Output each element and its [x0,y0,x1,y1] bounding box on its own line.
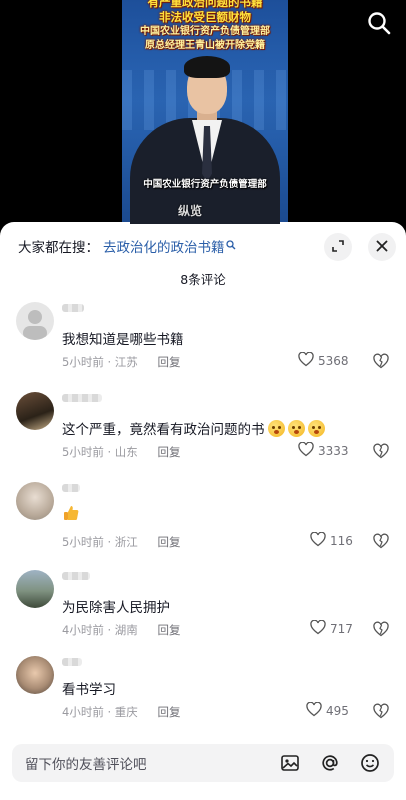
like-button[interactable]: 717 [310,619,353,638]
anchor-caption: 中国农业银行资产负债管理部 [143,179,267,190]
heart-outline-icon [310,619,330,638]
image-icon[interactable] [279,752,301,774]
reply-button[interactable]: 回复 [157,535,180,549]
video-player[interactable]: 有严重政治问题的书籍 非法收受巨额财物 中国农业银行资产负债管理部 原总经理王青… [0,0,406,224]
like-button[interactable]: 495 [306,701,349,720]
broken-heart-icon[interactable] [372,532,390,550]
thumbs-up-emoji-icon [62,506,80,526]
headline-line-3: 中国农业银行资产负债管理部 [140,26,270,37]
avatar[interactable] [16,302,54,340]
heart-outline-icon [310,531,330,550]
comment-text: 我想知道是哪些书籍 [62,332,184,348]
username[interactable] [62,304,84,312]
like-count: 495 [326,704,349,718]
video-watermark: 纵览 [178,204,203,218]
comment-sheet: 大家都在搜： 去政治化的政治书籍 8条评论 我想知道是哪些书籍 5小时前 · 江… [0,222,406,800]
comment-location: 山东 [114,445,138,459]
heart-outline-icon [298,441,318,460]
like-button[interactable]: 3333 [298,441,349,460]
comment-location: 湖南 [114,623,138,637]
comment-meta: 4小时前 · 湖南 回复 [62,623,181,637]
comment-text [62,504,80,526]
broken-heart-icon[interactable] [372,442,390,460]
comment-time: 5小时前 [62,355,104,369]
comment-input[interactable]: 留下你的友善评论吧 [25,753,279,773]
close-button[interactable] [368,233,396,261]
comment-input-bar[interactable]: 留下你的友善评论吧 [12,744,394,782]
headline-line-1: 有严重政治问题的书籍 [147,0,263,9]
comment-meta: 4小时前 · 重庆 回复 [62,705,181,719]
broken-heart-icon[interactable] [372,702,390,720]
username[interactable] [62,394,102,402]
search-icon[interactable] [366,10,392,36]
video-headline: 有严重政治问题的书籍 非法收受巨额财物 中国农业银行资产负债管理部 原总经理王青… [122,0,288,53]
heart-outline-icon [298,351,318,370]
like-count: 5368 [318,354,349,368]
comment-location: 重庆 [114,705,138,719]
emoji-icon [267,420,285,437]
comment-text: 为民除害人民拥护 [62,600,170,616]
broken-heart-icon[interactable] [372,352,390,370]
reply-button[interactable]: 回复 [157,445,180,459]
comment-count: 8条评论 [180,272,226,287]
like-count: 116 [330,534,353,548]
like-button[interactable]: 5368 [298,351,349,370]
headline-line-2: 非法收受巨额财物 [159,10,251,24]
comment-time: 5小时前 [62,445,104,459]
broken-heart-icon[interactable] [372,620,390,638]
comment-meta: 5小时前 · 浙江 回复 [62,535,181,549]
reply-button[interactable]: 回复 [157,623,180,637]
suggested-search-query[interactable]: 去政治化的政治书籍 [103,236,225,256]
suggested-search[interactable]: 大家都在搜： 去政治化的政治书籍 [18,236,236,256]
close-icon [375,238,389,257]
search-icon [225,238,236,250]
suggested-search-prefix: 大家都在搜： [18,240,99,256]
comment-location: 江苏 [114,355,138,369]
comment-location: 浙江 [114,535,138,549]
comment-time: 4小时前 [62,705,104,719]
emoji-icon[interactable] [359,752,381,774]
username[interactable] [62,484,80,492]
anchor-hair [184,56,230,78]
comment-meta: 5小时前 · 江苏 回复 [62,355,181,369]
at-icon[interactable] [319,752,341,774]
like-count: 717 [330,622,353,636]
avatar[interactable] [16,482,54,520]
comment-text: 看书学习 [62,682,116,698]
comment-meta: 5小时前 · 山东 回复 [62,445,181,459]
expand-button[interactable] [324,233,352,261]
comment-time: 4小时前 [62,623,104,637]
comment-time: 5小时前 [62,535,104,549]
headline-line-4: 原总经理王青山被开除党籍 [145,40,265,51]
username[interactable] [62,658,82,666]
reply-button[interactable]: 回复 [157,705,180,719]
like-button[interactable]: 116 [310,531,353,550]
username[interactable] [62,572,90,580]
emoji-icon [287,420,305,437]
expand-icon [331,238,345,257]
video-frame: 有严重政治问题的书籍 非法收受巨额财物 中国农业银行资产负债管理部 原总经理王青… [122,0,288,224]
avatar[interactable] [16,570,54,608]
emoji-icon [307,420,325,437]
avatar[interactable] [16,656,54,694]
reply-button[interactable]: 回复 [157,355,180,369]
comment-text: 这个严重，竟然看有政治问题的书 [62,418,325,438]
like-count: 3333 [318,444,349,458]
avatar[interactable] [16,392,54,430]
heart-outline-icon [306,701,326,720]
